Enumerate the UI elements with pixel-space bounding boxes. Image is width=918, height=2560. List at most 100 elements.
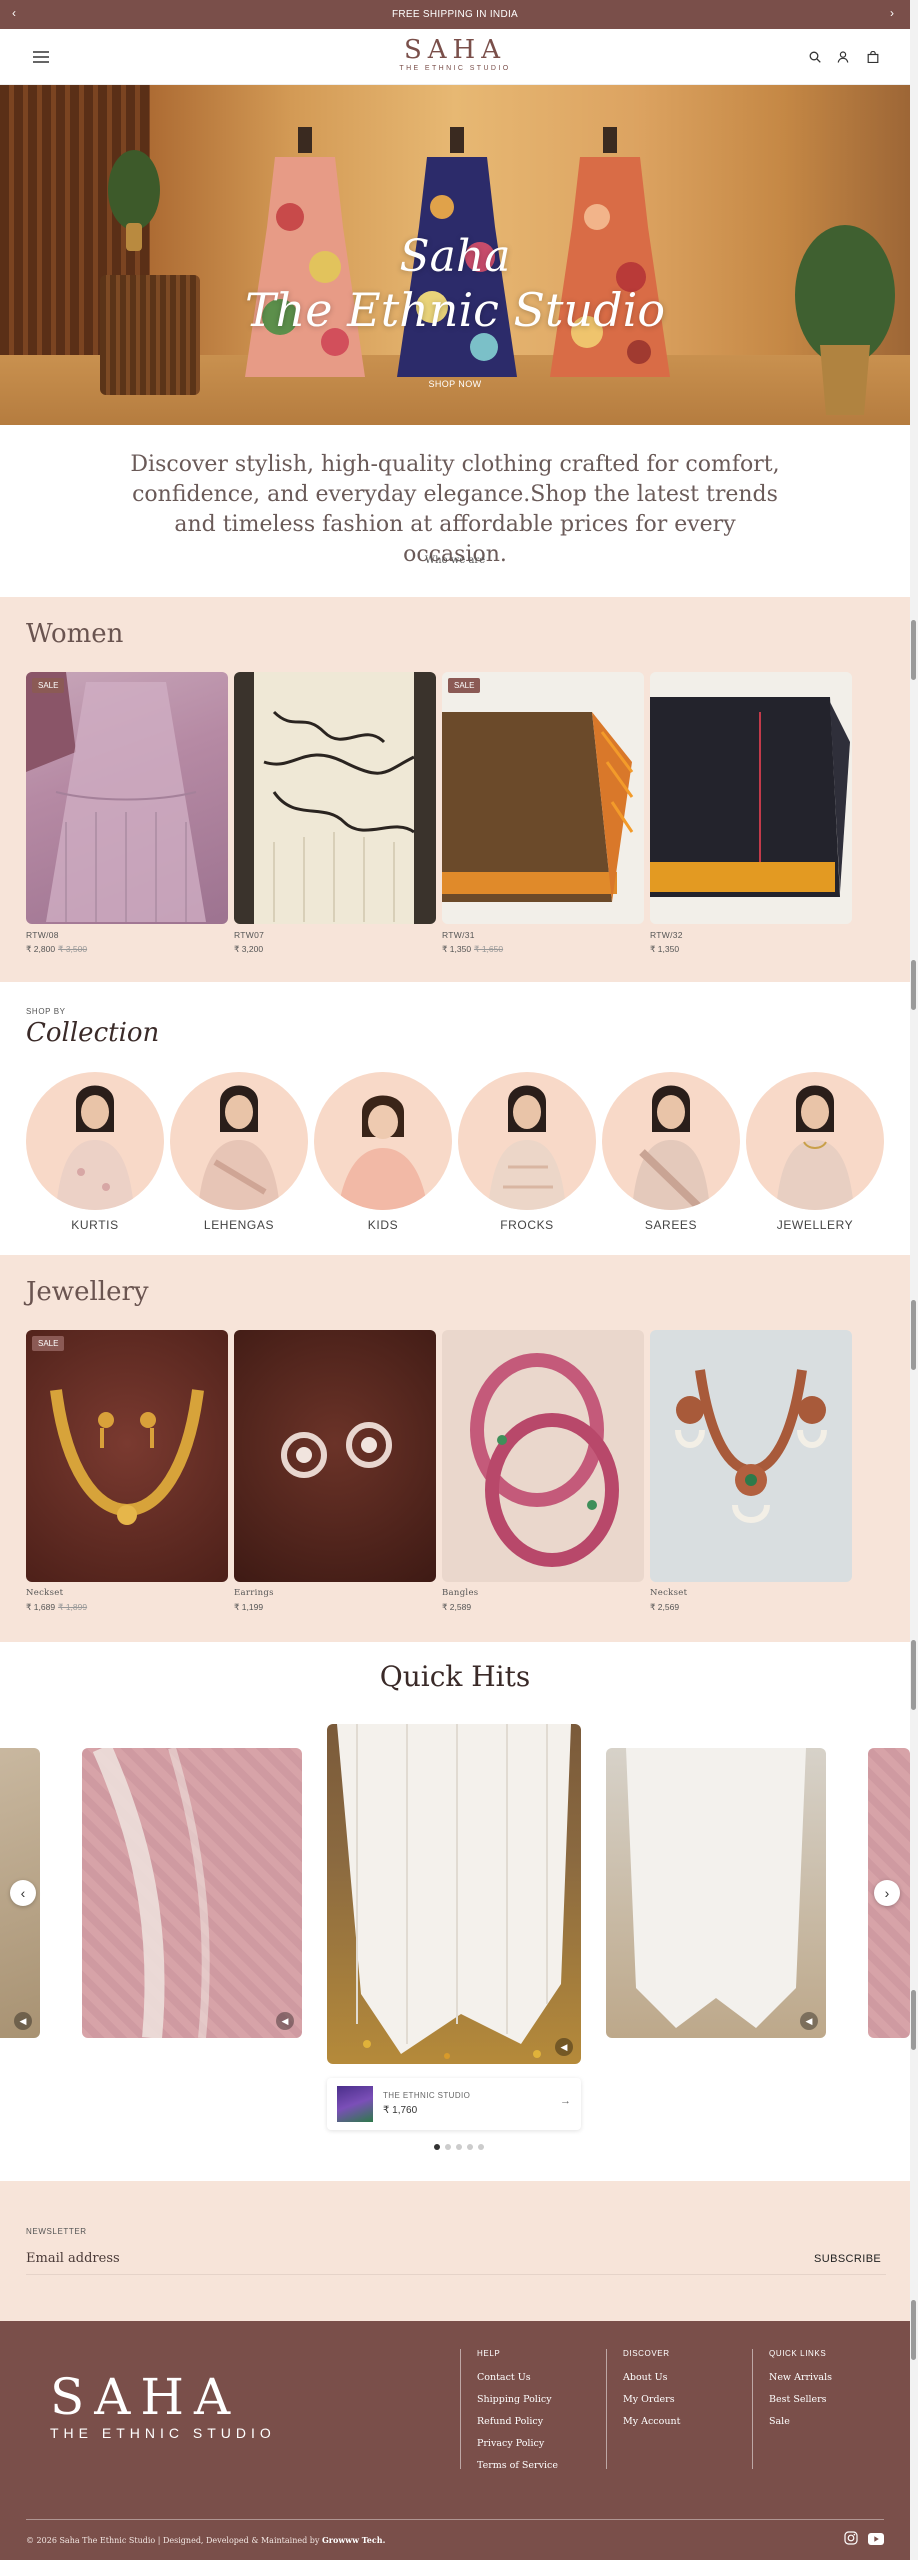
newsletter-eyebrow: NEWSLETTER: [26, 2227, 87, 2236]
price-current: ₹ 2,800: [26, 944, 56, 954]
scrollbar-thumb[interactable]: [911, 1640, 916, 1710]
product-image[interactable]: [234, 672, 436, 924]
product-card[interactable]: RTW/32 ₹ 1,350: [650, 672, 852, 955]
mute-icon[interactable]: ◀: [14, 2012, 32, 2030]
footer-link[interactable]: Terms of Service: [477, 2460, 600, 2471]
collection-label[interactable]: KURTIS: [26, 1218, 164, 1232]
video-slide[interactable]: ◀: [606, 1748, 826, 2038]
collection-item-frocks[interactable]: FROCKS: [458, 1072, 596, 1232]
scrollbar[interactable]: [910, 0, 918, 2560]
carousel-prev-button[interactable]: ‹: [10, 1880, 36, 1906]
video-slide[interactable]: ◀: [82, 1748, 302, 2038]
collection-image[interactable]: [26, 1072, 164, 1210]
scrollbar-thumb[interactable]: [911, 2300, 916, 2360]
footer-link[interactable]: My Orders: [623, 2394, 746, 2405]
carousel-dot[interactable]: [467, 2144, 473, 2150]
collection-label[interactable]: KIDS: [314, 1218, 452, 1232]
collection-image[interactable]: [458, 1072, 596, 1210]
collection-label[interactable]: JEWELLERY: [746, 1218, 884, 1232]
product-name[interactable]: Earrings: [234, 1588, 436, 1598]
scrollbar-thumb[interactable]: [911, 1990, 916, 2050]
footer-link[interactable]: Privacy Policy: [477, 2438, 600, 2449]
announcement-text: FREE SHIPPING IN INDIA: [391, 9, 519, 20]
collection-item-kids[interactable]: KIDS: [314, 1072, 452, 1232]
product-image[interactable]: [650, 672, 852, 924]
slide-art: [337, 1724, 571, 2059]
product-thumb[interactable]: [337, 2086, 373, 2122]
carousel-dot[interactable]: [434, 2144, 440, 2150]
product-card[interactable]: SALE Neckset ₹ 1,689 ₹ 1,899: [26, 1330, 228, 1613]
product-card[interactable]: Neckset ₹ 2,569: [650, 1330, 852, 1613]
collection-image[interactable]: [170, 1072, 308, 1210]
chevron-left-icon[interactable]: ‹: [12, 6, 16, 20]
footer-link[interactable]: Refund Policy: [477, 2416, 600, 2427]
quick-hit-product-card[interactable]: THE ETHNIC STUDIO ₹ 1,760 →: [327, 2078, 581, 2130]
collection-item-sarees[interactable]: SAREES: [602, 1072, 740, 1232]
collection-image[interactable]: [746, 1072, 884, 1210]
product-card[interactable]: RTW07 ₹ 3,200: [234, 672, 436, 955]
arrow-right-icon[interactable]: →: [560, 2095, 571, 2107]
collection-item-jewellery[interactable]: JEWELLERY: [746, 1072, 884, 1232]
product-name[interactable]: Neckset: [650, 1588, 852, 1598]
product-price: ₹ 2,589: [442, 1602, 644, 1613]
product-card[interactable]: Bangles ₹ 2,589: [442, 1330, 644, 1613]
product-price: ₹ 1,760: [383, 2105, 418, 2116]
collection-label[interactable]: FROCKS: [458, 1218, 596, 1232]
carousel-dot[interactable]: [445, 2144, 451, 2150]
shop-now-button[interactable]: SHOP NOW: [420, 375, 490, 393]
product-image[interactable]: SALE: [26, 1330, 228, 1582]
product-image[interactable]: [234, 1330, 436, 1582]
footer-link[interactable]: My Account: [623, 2416, 746, 2427]
footer-link[interactable]: Shipping Policy: [477, 2394, 600, 2405]
product-name[interactable]: RTW07: [234, 930, 436, 940]
carousel-dot[interactable]: [478, 2144, 484, 2150]
who-we-are-link[interactable]: Who we are: [0, 555, 910, 566]
email-field[interactable]: Email address: [26, 2249, 886, 2275]
mute-icon[interactable]: ◀: [555, 2038, 573, 2056]
video-slide-active[interactable]: ◀: [327, 1724, 581, 2064]
collection-image[interactable]: [314, 1072, 452, 1210]
scrollbar-thumb[interactable]: [911, 1300, 916, 1370]
product-card[interactable]: SALE RTW/31 ₹ 1,350 ₹ 1,650: [442, 672, 644, 955]
user-icon[interactable]: [834, 48, 852, 66]
collection-item-lehengas[interactable]: LEHENGAS: [170, 1072, 308, 1232]
carousel-dot[interactable]: [456, 2144, 462, 2150]
collection-item-kurtis[interactable]: KURTIS: [26, 1072, 164, 1232]
footer-logo[interactable]: SAHA THE ETHNIC STUDIO: [50, 2371, 276, 2441]
product-card[interactable]: Earrings ₹ 1,199: [234, 1330, 436, 1613]
product-image[interactable]: [650, 1330, 852, 1582]
search-icon[interactable]: [806, 48, 824, 66]
product-name[interactable]: RTW/31: [442, 930, 644, 940]
product-name[interactable]: Bangles: [442, 1588, 644, 1598]
footer-col-discover: DISCOVER About Us My Orders My Account: [606, 2349, 746, 2469]
footer-link[interactable]: Sale: [769, 2416, 892, 2427]
product-image[interactable]: [442, 1330, 644, 1582]
chevron-right-icon: ›: [884, 1885, 890, 1901]
product-name[interactable]: RTW/08: [26, 930, 228, 940]
footer-link[interactable]: Contact Us: [477, 2372, 600, 2383]
site-header: SAHA THE ETHNIC STUDIO: [0, 29, 910, 85]
instagram-icon[interactable]: [844, 2531, 858, 2545]
collection-image[interactable]: [602, 1072, 740, 1210]
footer-link[interactable]: About Us: [623, 2372, 746, 2383]
credit-link[interactable]: Growww Tech.: [322, 2535, 385, 2545]
product-image[interactable]: SALE: [442, 672, 644, 924]
bag-icon[interactable]: [864, 48, 882, 66]
scrollbar-thumb[interactable]: [911, 620, 916, 680]
mute-icon[interactable]: ◀: [800, 2012, 818, 2030]
scrollbar-thumb[interactable]: [911, 960, 916, 1010]
collection-label[interactable]: LEHENGAS: [170, 1218, 308, 1232]
product-name[interactable]: RTW/32: [650, 930, 852, 940]
carousel-next-button[interactable]: ›: [874, 1880, 900, 1906]
footer-link[interactable]: New Arrivals: [769, 2372, 892, 2383]
chevron-right-icon[interactable]: ›: [890, 6, 894, 20]
collection-label[interactable]: SAREES: [602, 1218, 740, 1232]
product-name[interactable]: Neckset: [26, 1588, 228, 1598]
logo[interactable]: SAHA THE ETHNIC STUDIO: [0, 36, 910, 72]
footer-link[interactable]: Best Sellers: [769, 2394, 892, 2405]
product-image[interactable]: SALE: [26, 672, 228, 924]
mute-icon[interactable]: ◀: [276, 2012, 294, 2030]
subscribe-button[interactable]: SUBSCRIBE: [814, 2253, 881, 2265]
youtube-icon[interactable]: [868, 2532, 884, 2545]
product-card[interactable]: SALE RTW/08 ₹ 2,800 ₹ 3,500: [26, 672, 228, 955]
